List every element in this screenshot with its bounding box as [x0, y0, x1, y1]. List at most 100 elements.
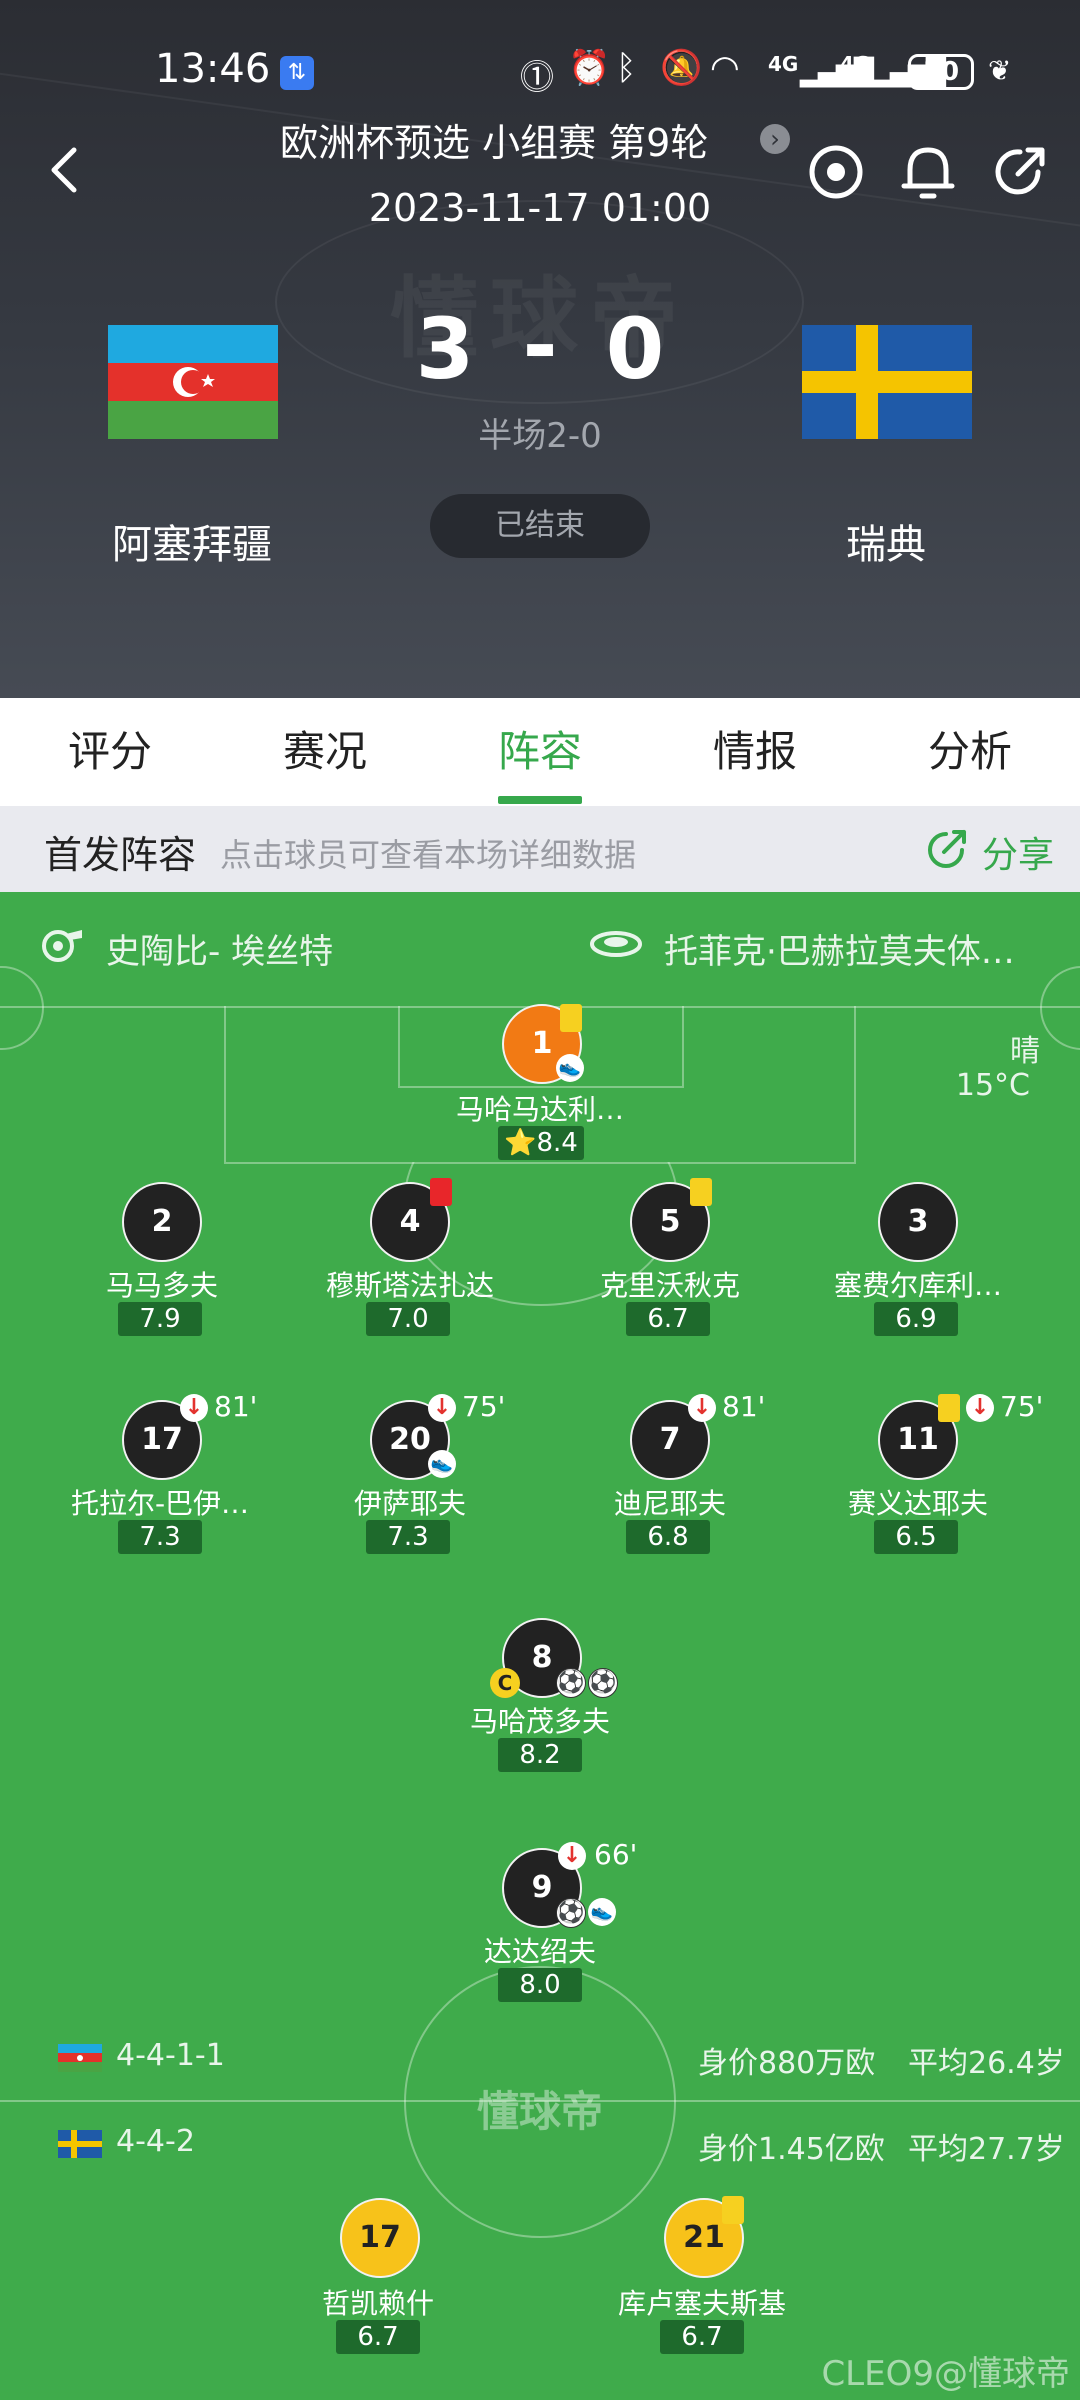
wifi-icon: ◠	[710, 48, 740, 88]
goal-ball-icon: ⚽	[588, 1668, 618, 1698]
lineup-title: 首发阵容	[44, 833, 197, 877]
sub-off-icon: ↓	[428, 1394, 456, 1422]
player-name-home-8[interactable]: 马哈茂多夫	[410, 1700, 670, 1740]
share-arrow-icon[interactable]	[924, 826, 970, 872]
status-time: 13:46	[155, 46, 271, 92]
player-rating-home-9: 8.0	[498, 1968, 582, 2002]
stadium-name: 托菲克·巴赫拉莫夫体…	[664, 932, 1015, 972]
player-circle-home-3[interactable]: 3	[878, 1182, 958, 1262]
player-rating-home-8: 8.2	[498, 1738, 582, 1772]
sub-off-icon: ↓	[558, 1842, 586, 1870]
sub-time-home-17: 81'	[214, 1390, 258, 1423]
battery-level: 30	[922, 57, 960, 87]
player-name-home-11[interactable]: 赛义达耶夫	[788, 1482, 1048, 1522]
share-icon[interactable]	[990, 142, 1050, 202]
home-market-value: 身价880万欧	[698, 2046, 876, 2081]
player-name-away-21[interactable]: 库卢塞夫斯基	[572, 2282, 832, 2322]
yellow-card-icon	[690, 1178, 712, 1206]
assist-boot-icon: 👟	[556, 1054, 584, 1082]
bell-icon[interactable]	[900, 142, 956, 202]
player-name-home-9[interactable]: 达达绍夫	[410, 1930, 670, 1970]
player-name-away-17[interactable]: 哲凯赖什	[248, 2282, 508, 2322]
yellow-card-icon	[722, 2196, 744, 2224]
lineup-header: 首发阵容 点击球员可查看本场详细数据 分享	[0, 806, 1080, 892]
goal-ball-icon: ⚽	[556, 1668, 586, 1698]
competition-title[interactable]: 欧洲杯预选 小组赛 第9轮	[280, 112, 708, 167]
mute-icon: 🔕	[660, 48, 703, 88]
live-view-icon[interactable]	[808, 144, 864, 200]
sub-off-icon: ↓	[180, 1394, 208, 1422]
weather: 晴	[1010, 1034, 1040, 1069]
temperature: 15°C	[955, 1068, 1030, 1103]
tab-intel[interactable]: 情报	[670, 698, 840, 806]
player-rating-home-17: 7.3	[118, 1520, 202, 1554]
network-1-label: 4G	[768, 52, 799, 76]
score-separator: -	[522, 296, 558, 394]
player-name-home-2[interactable]: 马马多夫	[32, 1264, 292, 1304]
player-rating-home-2: 7.9	[118, 1302, 202, 1336]
pitch: 懂球帝 史陶比- 埃丝特 托菲克·巴赫拉莫夫体… 晴 15°C 1 👟 马哈马达…	[0, 892, 1080, 2400]
corner-arc-right	[1040, 966, 1080, 1050]
goal-ball-icon: ⚽	[556, 1898, 586, 1928]
player-rating-home-7: 6.8	[626, 1520, 710, 1554]
data-transfer-icon: ⇅	[280, 56, 314, 90]
tab-analysis[interactable]: 分析	[885, 698, 1055, 806]
player-rating-home-1: ⭐8.4	[498, 1126, 584, 1160]
battery-icon: 30	[908, 54, 974, 90]
lineup-hint: 点击球员可查看本场详细数据	[220, 836, 637, 874]
player-name-home-4[interactable]: 穆斯塔法扎达	[280, 1264, 540, 1304]
assist-boot-icon: 👟	[428, 1450, 456, 1478]
away-formation: 4-4-2	[116, 2124, 195, 2159]
player-name-home-1[interactable]: 马哈马达利…	[410, 1088, 670, 1128]
sub-time-home-7: 81'	[722, 1390, 766, 1423]
tab-lineup[interactable]: 阵容	[455, 698, 625, 806]
match-header: 懂球帝 13:46 ⇅ ⓵ ⏰ ᛒ 🔕 ◠ 4G ▂▄▆█ 4G ▂▄▆█ 30…	[0, 0, 1080, 698]
away-team-name[interactable]: 瑞典	[766, 512, 1006, 570]
referee-name: 史陶比- 埃丝特	[106, 932, 334, 972]
hd-call-icon: ⓵	[520, 58, 554, 98]
player-rating-home-20: 7.3	[366, 1520, 450, 1554]
leaf-icon: ❦	[988, 54, 1012, 87]
match-status-badge: 已结束	[430, 494, 650, 558]
player-circle-away-17[interactable]: 17	[340, 2198, 420, 2278]
captain-badge: C	[490, 1668, 520, 1698]
sub-time-home-11: 75'	[1000, 1390, 1044, 1423]
player-rating-home-11: 6.5	[874, 1520, 958, 1554]
motm-star-icon: ⭐	[504, 1128, 537, 1158]
center-logo: 懂球帝	[476, 2087, 603, 2136]
player-name-home-17[interactable]: 托拉尔-巴伊…	[30, 1482, 290, 1522]
footer-watermark: CLEO9@懂球帝	[821, 2354, 1070, 2394]
tab-match-events[interactable]: 赛况	[240, 698, 410, 806]
share-button[interactable]: 分享	[982, 826, 1054, 878]
player-name-home-3[interactable]: 塞费尔库利…	[788, 1264, 1048, 1304]
whistle-icon	[36, 922, 86, 966]
player-name-home-5[interactable]: 克里沃秋克	[540, 1264, 800, 1304]
home-team-name[interactable]: 阿塞拜疆	[72, 512, 312, 570]
sub-time-home-20: 75'	[462, 1390, 506, 1423]
home-formation: 4-4-1-1	[116, 2038, 225, 2073]
stadium-icon	[588, 924, 644, 964]
home-average-age: 平均26.4岁	[908, 2046, 1065, 2081]
player-rating-home-5: 6.7	[626, 1302, 710, 1336]
bluetooth-icon: ᛒ	[616, 48, 637, 88]
player-circle-home-2[interactable]: 2	[122, 1182, 202, 1262]
corner-arc-left	[0, 966, 44, 1050]
chevron-right-icon[interactable]: ›	[760, 124, 790, 154]
alarm-icon: ⏰	[568, 48, 611, 88]
tab-ratings[interactable]: 评分	[25, 698, 195, 806]
home-score: 3	[415, 300, 475, 398]
player-rating-away-17: 6.7	[336, 2320, 420, 2354]
player-rating-home-3: 6.9	[874, 1302, 958, 1336]
assist-boot-icon: 👟	[588, 1898, 616, 1926]
player-name-home-20[interactable]: 伊萨耶夫	[280, 1482, 540, 1522]
away-average-age: 平均27.7岁	[908, 2132, 1065, 2167]
away-flag-small	[58, 2130, 102, 2158]
red-card-icon	[430, 1178, 452, 1206]
away-flag[interactable]	[802, 325, 972, 439]
tab-bar: 评分 赛况 阵容 情报 分析	[0, 698, 1080, 806]
yellow-card-icon	[938, 1394, 960, 1422]
yellow-card-icon	[560, 1004, 582, 1032]
player-name-home-7[interactable]: 迪尼耶夫	[540, 1482, 800, 1522]
sub-off-icon: ↓	[688, 1394, 716, 1422]
network-2-label: 4G	[840, 52, 871, 76]
